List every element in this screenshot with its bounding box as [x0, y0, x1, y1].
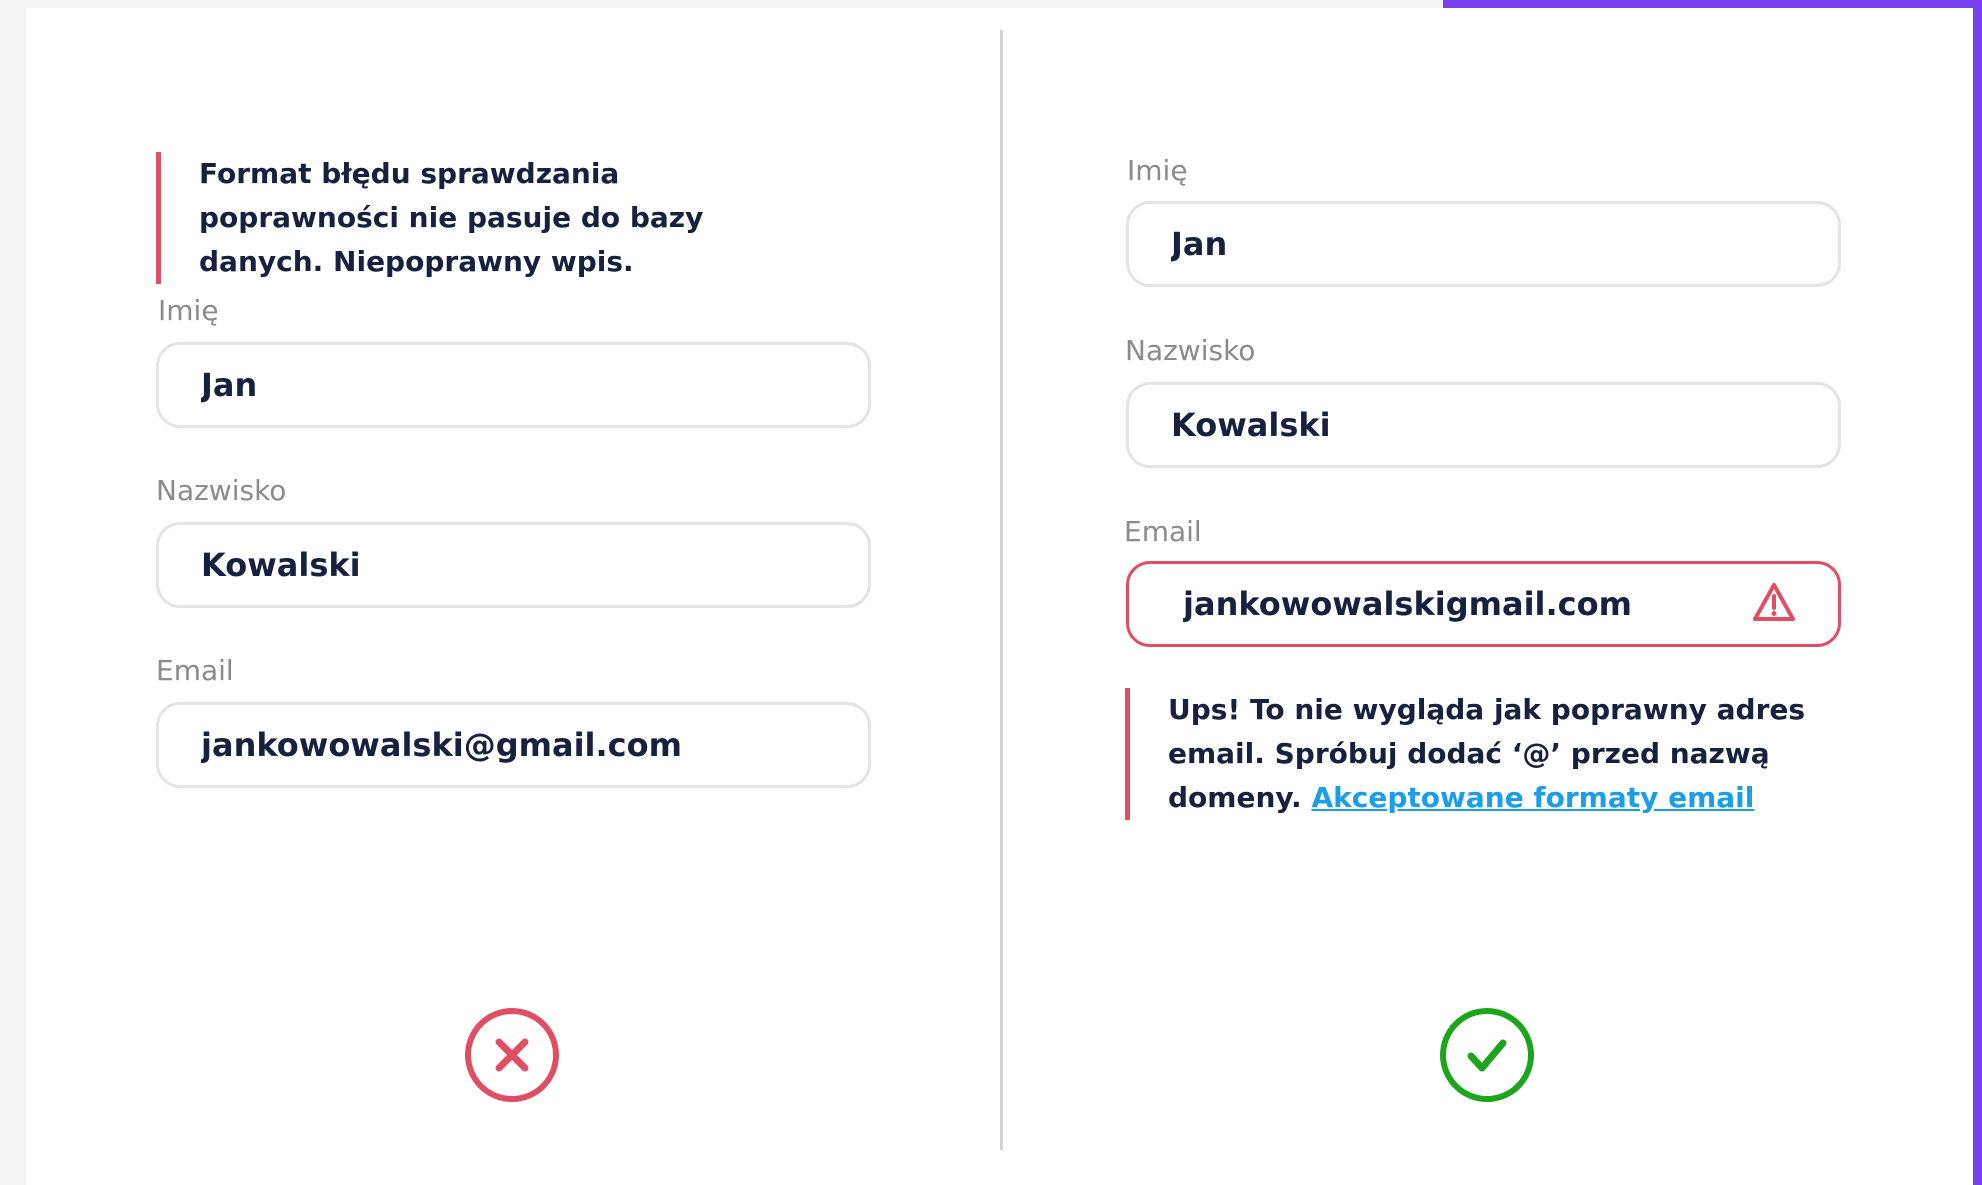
left-alert-text: Format błędu sprawdzania poprawności nie…	[199, 157, 704, 278]
check-circle-icon	[1440, 1008, 1534, 1102]
first-name-input[interactable]	[156, 342, 871, 428]
email-label: Email	[1124, 515, 1202, 548]
first-name-input[interactable]	[1126, 201, 1841, 287]
x-circle-icon	[465, 1008, 559, 1102]
first-name-label: Imię	[158, 294, 219, 327]
last-name-label: Nazwisko	[156, 474, 287, 507]
email-input[interactable]	[156, 702, 871, 788]
email-label: Email	[156, 654, 234, 687]
accent-bar-right	[1973, 0, 1982, 1185]
last-name-input[interactable]	[1126, 382, 1841, 468]
last-name-label: Nazwisko	[1125, 334, 1256, 367]
panel-divider	[1000, 30, 1003, 1150]
accent-bar-top	[1443, 0, 1982, 8]
email-input[interactable]	[1126, 561, 1841, 647]
comparison-card: Format błędu sprawdzania poprawności nie…	[26, 8, 1973, 1185]
warning-triangle-icon	[1753, 583, 1795, 621]
left-alert: Format błędu sprawdzania poprawności nie…	[156, 152, 759, 284]
last-name-input[interactable]	[156, 522, 871, 608]
page: Format błędu sprawdzania poprawności nie…	[0, 0, 1982, 1185]
email-error-message: Ups! To nie wygląda jak poprawny adres e…	[1125, 688, 1808, 820]
accepted-formats-link[interactable]: Akceptowane formaty email	[1311, 781, 1754, 814]
first-name-label: Imię	[1127, 154, 1188, 187]
